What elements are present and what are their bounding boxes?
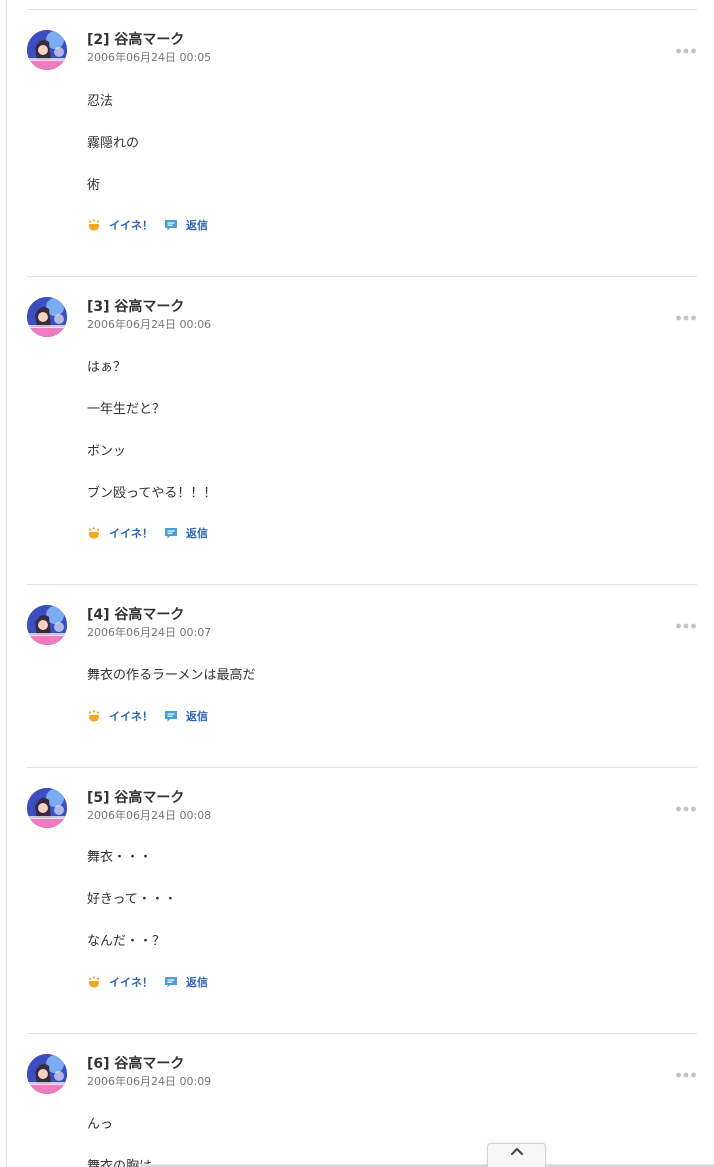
comment-text-line: 舞衣の作るラーメンは最高だ (87, 668, 256, 683)
comment-date: 2006年06月24日 00:05 (87, 51, 212, 64)
comment-text-line: 一年生だと？ (87, 402, 166, 417)
comment-text-line: はぁ？ (87, 360, 127, 375)
speech-bubble-icon (164, 526, 182, 540)
hand-like-icon (87, 975, 105, 989)
comment-divider (27, 9, 697, 10)
reply-button[interactable]: 返信 (164, 708, 208, 724)
comment-text-line: 術 (87, 178, 101, 193)
speech-bubble-icon (164, 218, 182, 232)
like-button[interactable]: イイネ！ (87, 708, 153, 724)
left-border (6, 0, 7, 1167)
avatar[interactable] (27, 1054, 67, 1094)
reply-label: 返信 (186, 976, 208, 989)
more-dots-icon[interactable] (675, 798, 697, 812)
comment-text-line: 好きって・・・ (87, 892, 177, 907)
speech-bubble-icon (164, 709, 182, 723)
scroll-to-top-button[interactable] (487, 1143, 546, 1167)
comment-actions: イイネ！ 返信 (87, 973, 208, 991)
comment-date: 2006年06月24日 00:06 (87, 318, 212, 331)
like-label: イイネ！ (109, 527, 153, 540)
reply-button[interactable]: 返信 (164, 525, 208, 541)
comment-header: [6] 谷高マーク 2006年06月24日 00:09 (87, 1054, 211, 1089)
comment-header: [2] 谷高マーク 2006年06月24日 00:05 (87, 30, 211, 65)
like-button[interactable]: イイネ！ (87, 525, 153, 541)
like-label: イイネ！ (109, 976, 153, 989)
comment-actions: イイネ！ 返信 (87, 524, 208, 542)
comment-text-line: ボンッ (87, 444, 127, 459)
comment-header: [5] 谷高マーク 2006年06月24日 00:08 (87, 788, 211, 823)
comment-author[interactable]: [3] 谷高マーク (87, 297, 211, 317)
avatar[interactable] (27, 297, 67, 337)
comment-text-line: 忍法 (87, 94, 114, 109)
comment-header: [3] 谷高マーク 2006年06月24日 00:06 (87, 297, 211, 332)
speech-bubble-icon (164, 975, 182, 989)
comment-text-line: なんだ・・？ (87, 934, 166, 949)
avatar[interactable] (27, 788, 67, 828)
comment-date: 2006年06月24日 00:08 (87, 809, 212, 822)
like-button[interactable]: イイネ！ (87, 217, 153, 233)
comment-thread-page: [2] 谷高マーク 2006年06月24日 00:05 忍法 霧隠れの 術 イイ… (0, 0, 714, 1167)
comment-text-line: 舞衣・・・ (87, 850, 153, 865)
comment-actions: イイネ！ 返信 (87, 707, 208, 725)
comment-author[interactable]: [2] 谷高マーク (87, 30, 211, 50)
more-dots-icon[interactable] (675, 40, 697, 54)
comment-author[interactable]: [6] 谷高マーク (87, 1054, 211, 1074)
comment-text-line: ブン殴ってやる！！！ (87, 486, 217, 501)
comment-header: [4] 谷高マーク 2006年06月24日 00:07 (87, 605, 211, 640)
comment-divider (27, 767, 697, 768)
reply-button[interactable]: 返信 (164, 974, 208, 990)
comment-date: 2006年06月24日 00:09 (87, 1075, 212, 1088)
reply-label: 返信 (186, 219, 208, 232)
comment-author[interactable]: [4] 谷高マーク (87, 605, 211, 625)
reply-label: 返信 (186, 527, 208, 540)
reply-button[interactable]: 返信 (164, 217, 208, 233)
more-dots-icon[interactable] (675, 615, 697, 629)
reply-label: 返信 (186, 710, 208, 723)
comment-text-line: んっ (87, 1117, 114, 1132)
hand-like-icon (87, 218, 105, 232)
comment-date: 2006年06月24日 00:07 (87, 626, 212, 639)
chevron-up-icon (509, 1144, 525, 1164)
comment-divider (27, 276, 697, 277)
comment-author[interactable]: [5] 谷高マーク (87, 788, 211, 808)
avatar[interactable] (27, 30, 67, 70)
more-dots-icon[interactable] (675, 307, 697, 321)
hand-like-icon (87, 526, 105, 540)
like-label: イイネ！ (109, 219, 153, 232)
avatar[interactable] (27, 605, 67, 645)
comment-text-line: 霧隠れの (87, 136, 140, 151)
comment-divider (27, 584, 697, 585)
more-dots-icon[interactable] (675, 1064, 697, 1078)
comment-actions: イイネ！ 返信 (87, 216, 208, 234)
hand-like-icon (87, 709, 105, 723)
like-label: イイネ！ (109, 710, 153, 723)
comment-divider (27, 1033, 697, 1034)
like-button[interactable]: イイネ！ (87, 974, 153, 990)
